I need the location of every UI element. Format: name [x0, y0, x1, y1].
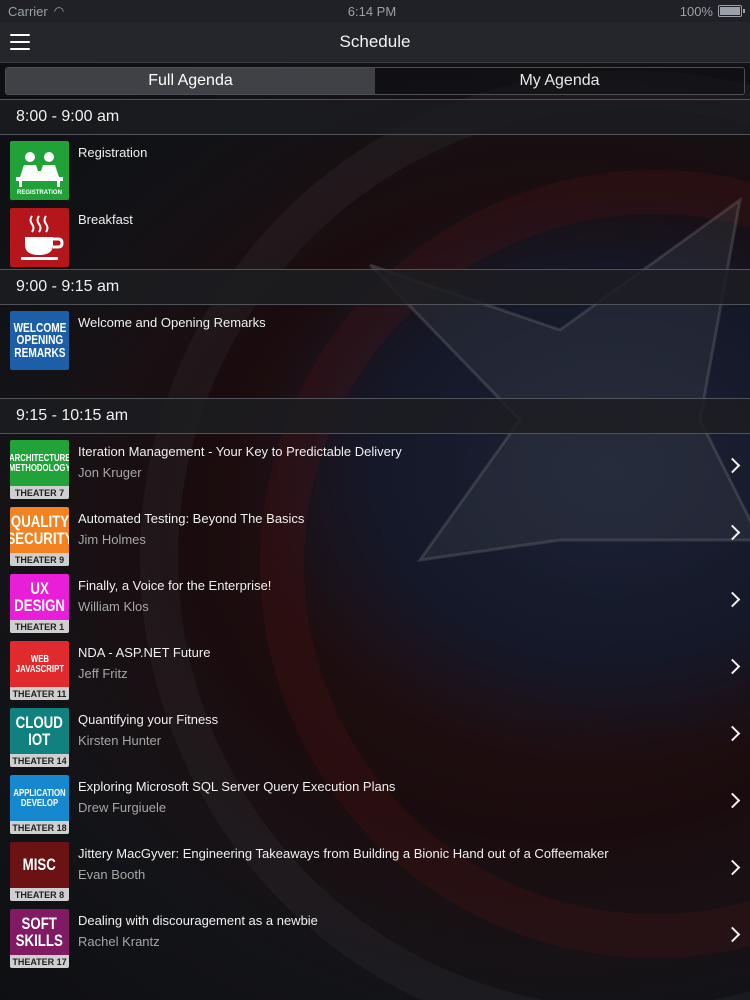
tab-full-agenda[interactable]: Full Agenda — [6, 68, 375, 94]
track-badge: WELCOME OPENING REMARKS — [10, 311, 69, 370]
session-title: Breakfast — [78, 212, 133, 227]
session-row[interactable]: UX DESIGN THEATER 1 Finally, a Voice for t… — [0, 568, 750, 635]
session-info: Dealing with discouragement as a newbie R… — [78, 909, 318, 970]
session-info: Finally, a Voice for the Enterprise! Will… — [78, 574, 271, 635]
session-title: Automated Testing: Beyond The Basics — [78, 511, 305, 526]
chevron-right-icon[interactable] — [724, 926, 741, 943]
status-bar: Carrier ◠ 6:14 PM 100% — [0, 0, 750, 22]
track-label: SOFT SKILLS — [15, 914, 64, 950]
session-row[interactable]: MISC THEATER 8 Jittery MacGyver: Engineeri… — [0, 836, 750, 903]
session-info: Iteration Management - Your Key to Predi… — [78, 440, 402, 501]
speaker-name: Jon Kruger — [78, 465, 142, 480]
session-info: Automated Testing: Beyond The Basics Jim … — [78, 507, 304, 568]
speaker-name: Drew Furgiuele — [78, 800, 167, 815]
theater-label: THEATER 17 — [10, 955, 69, 968]
speaker-name: Kirsten Hunter — [78, 733, 162, 748]
session-row[interactable]: APPLICATION DEVELOP THEATER 18 Exploring M… — [0, 769, 750, 836]
tab-my-agenda[interactable]: My Agenda — [375, 68, 744, 94]
speaker-name: Jeff Fritz — [78, 666, 128, 681]
theater-label: THEATER 1 — [10, 620, 69, 633]
track-label: WELCOME OPENING REMARKS — [13, 319, 66, 360]
session-title: Iteration Management - Your Key to Predi… — [78, 444, 402, 459]
track-label: WEB JAVASCRIPT — [15, 654, 64, 675]
session-info: Registration — [78, 141, 147, 202]
session-title: Quantifying your Fitness — [78, 712, 219, 727]
track-label: UX DESIGN — [14, 579, 65, 615]
menu-icon[interactable] — [10, 34, 30, 50]
session-title: Dealing with discouragement as a newbie — [78, 913, 318, 928]
session-row[interactable]: ARCHITECTURE METHODOLOGY THEATER 7 Iterati… — [0, 434, 750, 501]
session-info: NDA - ASP.NET Future Jeff Fritz — [78, 641, 210, 702]
track-label: QUALITY SECURITY — [10, 512, 69, 548]
track-label: CLOUD IOT — [15, 713, 64, 749]
session-info: Exploring Microsoft SQL Server Query Exe… — [78, 775, 395, 836]
battery-percent: 100% — [679, 3, 713, 19]
track-badge: SOFT SKILLS THEATER 17 — [10, 909, 69, 968]
track-badge: CLOUD IOT THEATER 14 — [10, 708, 69, 767]
theater-label: THEATER 18 — [10, 821, 69, 834]
chevron-right-icon[interactable] — [724, 524, 741, 541]
section-header: 9:15 - 10:15 am — [0, 398, 750, 434]
track-label: ARCHITECTURE METHODOLOGY — [10, 453, 69, 474]
session-info: Breakfast — [78, 208, 133, 269]
track-badge: ARCHITECTURE METHODOLOGY THEATER 7 — [10, 440, 69, 499]
session-row: Breakfast — [0, 202, 750, 269]
schedule-list: 8:00 - 9:00 am REGISTRATION Registration Br… — [0, 99, 750, 970]
navigation-bar: Schedule — [0, 22, 750, 63]
section-header: 8:00 - 9:00 am — [0, 99, 750, 135]
page-title: Schedule — [339, 32, 411, 51]
session-info: Quantifying your Fitness Kirsten Hunter — [78, 708, 218, 769]
battery-icon — [717, 5, 745, 17]
track-badge: UX DESIGN THEATER 1 — [10, 574, 69, 633]
session-info: Welcome and Opening Remarks — [78, 311, 266, 398]
section-header: 9:00 - 9:15 am — [0, 269, 750, 305]
session-title: Finally, a Voice for the Enterprise! — [78, 578, 272, 593]
theater-label: THEATER 7 — [10, 486, 69, 499]
speaker-name: William Klos — [78, 599, 149, 614]
session-title: Exploring Microsoft SQL Server Query Exe… — [78, 779, 396, 794]
chevron-right-icon[interactable] — [724, 591, 741, 608]
registration-icon: REGISTRATION — [10, 141, 69, 200]
carrier-label: Carrier — [8, 3, 48, 19]
theater-label: THEATER 11 — [10, 687, 69, 700]
chevron-right-icon[interactable] — [724, 457, 741, 474]
session-row[interactable]: WEB JAVASCRIPT THEATER 11 NDA - ASP.NET Fu… — [0, 635, 750, 702]
chevron-right-icon[interactable] — [724, 859, 741, 876]
session-title: Jittery MacGyver: Engineering Takeaways … — [78, 846, 609, 861]
session-row[interactable]: SOFT SKILLS THEATER 17 Dealing with discou… — [0, 903, 750, 970]
track-badge: MISC THEATER 8 — [10, 842, 69, 901]
clock: 6:14 PM — [347, 3, 397, 19]
session-row[interactable]: QUALITY SECURITY THEATER 9 Automated Testi… — [0, 501, 750, 568]
session-title: Welcome and Opening Remarks — [78, 315, 266, 330]
speaker-name: Rachel Krantz — [78, 934, 160, 949]
session-title: Registration — [78, 145, 148, 160]
chevron-right-icon[interactable] — [724, 792, 741, 809]
track-badge: QUALITY SECURITY THEATER 9 — [10, 507, 69, 566]
agenda-segmented-control: Full Agenda My Agenda — [5, 67, 745, 95]
track-badge: WEB JAVASCRIPT THEATER 11 — [10, 641, 69, 700]
speaker-name: Jim Holmes — [78, 532, 146, 547]
theater-label: THEATER 9 — [10, 553, 69, 566]
session-title: NDA - ASP.NET Future — [78, 645, 211, 660]
theater-label: THEATER 14 — [10, 754, 69, 767]
registration-icon-text: REGISTRATION — [17, 190, 62, 196]
track-badge: APPLICATION DEVELOP THEATER 18 — [10, 775, 69, 834]
track-label: MISC — [22, 855, 57, 875]
session-info: Jittery MacGyver: Engineering Takeaways … — [78, 842, 609, 903]
session-row: REGISTRATION Registration — [0, 135, 750, 202]
speaker-name: Evan Booth — [78, 867, 146, 882]
coffee-cup-icon — [10, 208, 69, 267]
wifi-icon: ◠ — [53, 4, 65, 18]
track-label: APPLICATION DEVELOP — [13, 788, 66, 809]
session-row[interactable]: CLOUD IOT THEATER 14 Quantifying your Fitn… — [0, 702, 750, 769]
session-row: WELCOME OPENING REMARKS Welcome and Openi… — [0, 305, 750, 398]
chevron-right-icon[interactable] — [724, 658, 741, 675]
chevron-right-icon[interactable] — [724, 725, 741, 742]
theater-label: THEATER 8 — [10, 888, 69, 901]
